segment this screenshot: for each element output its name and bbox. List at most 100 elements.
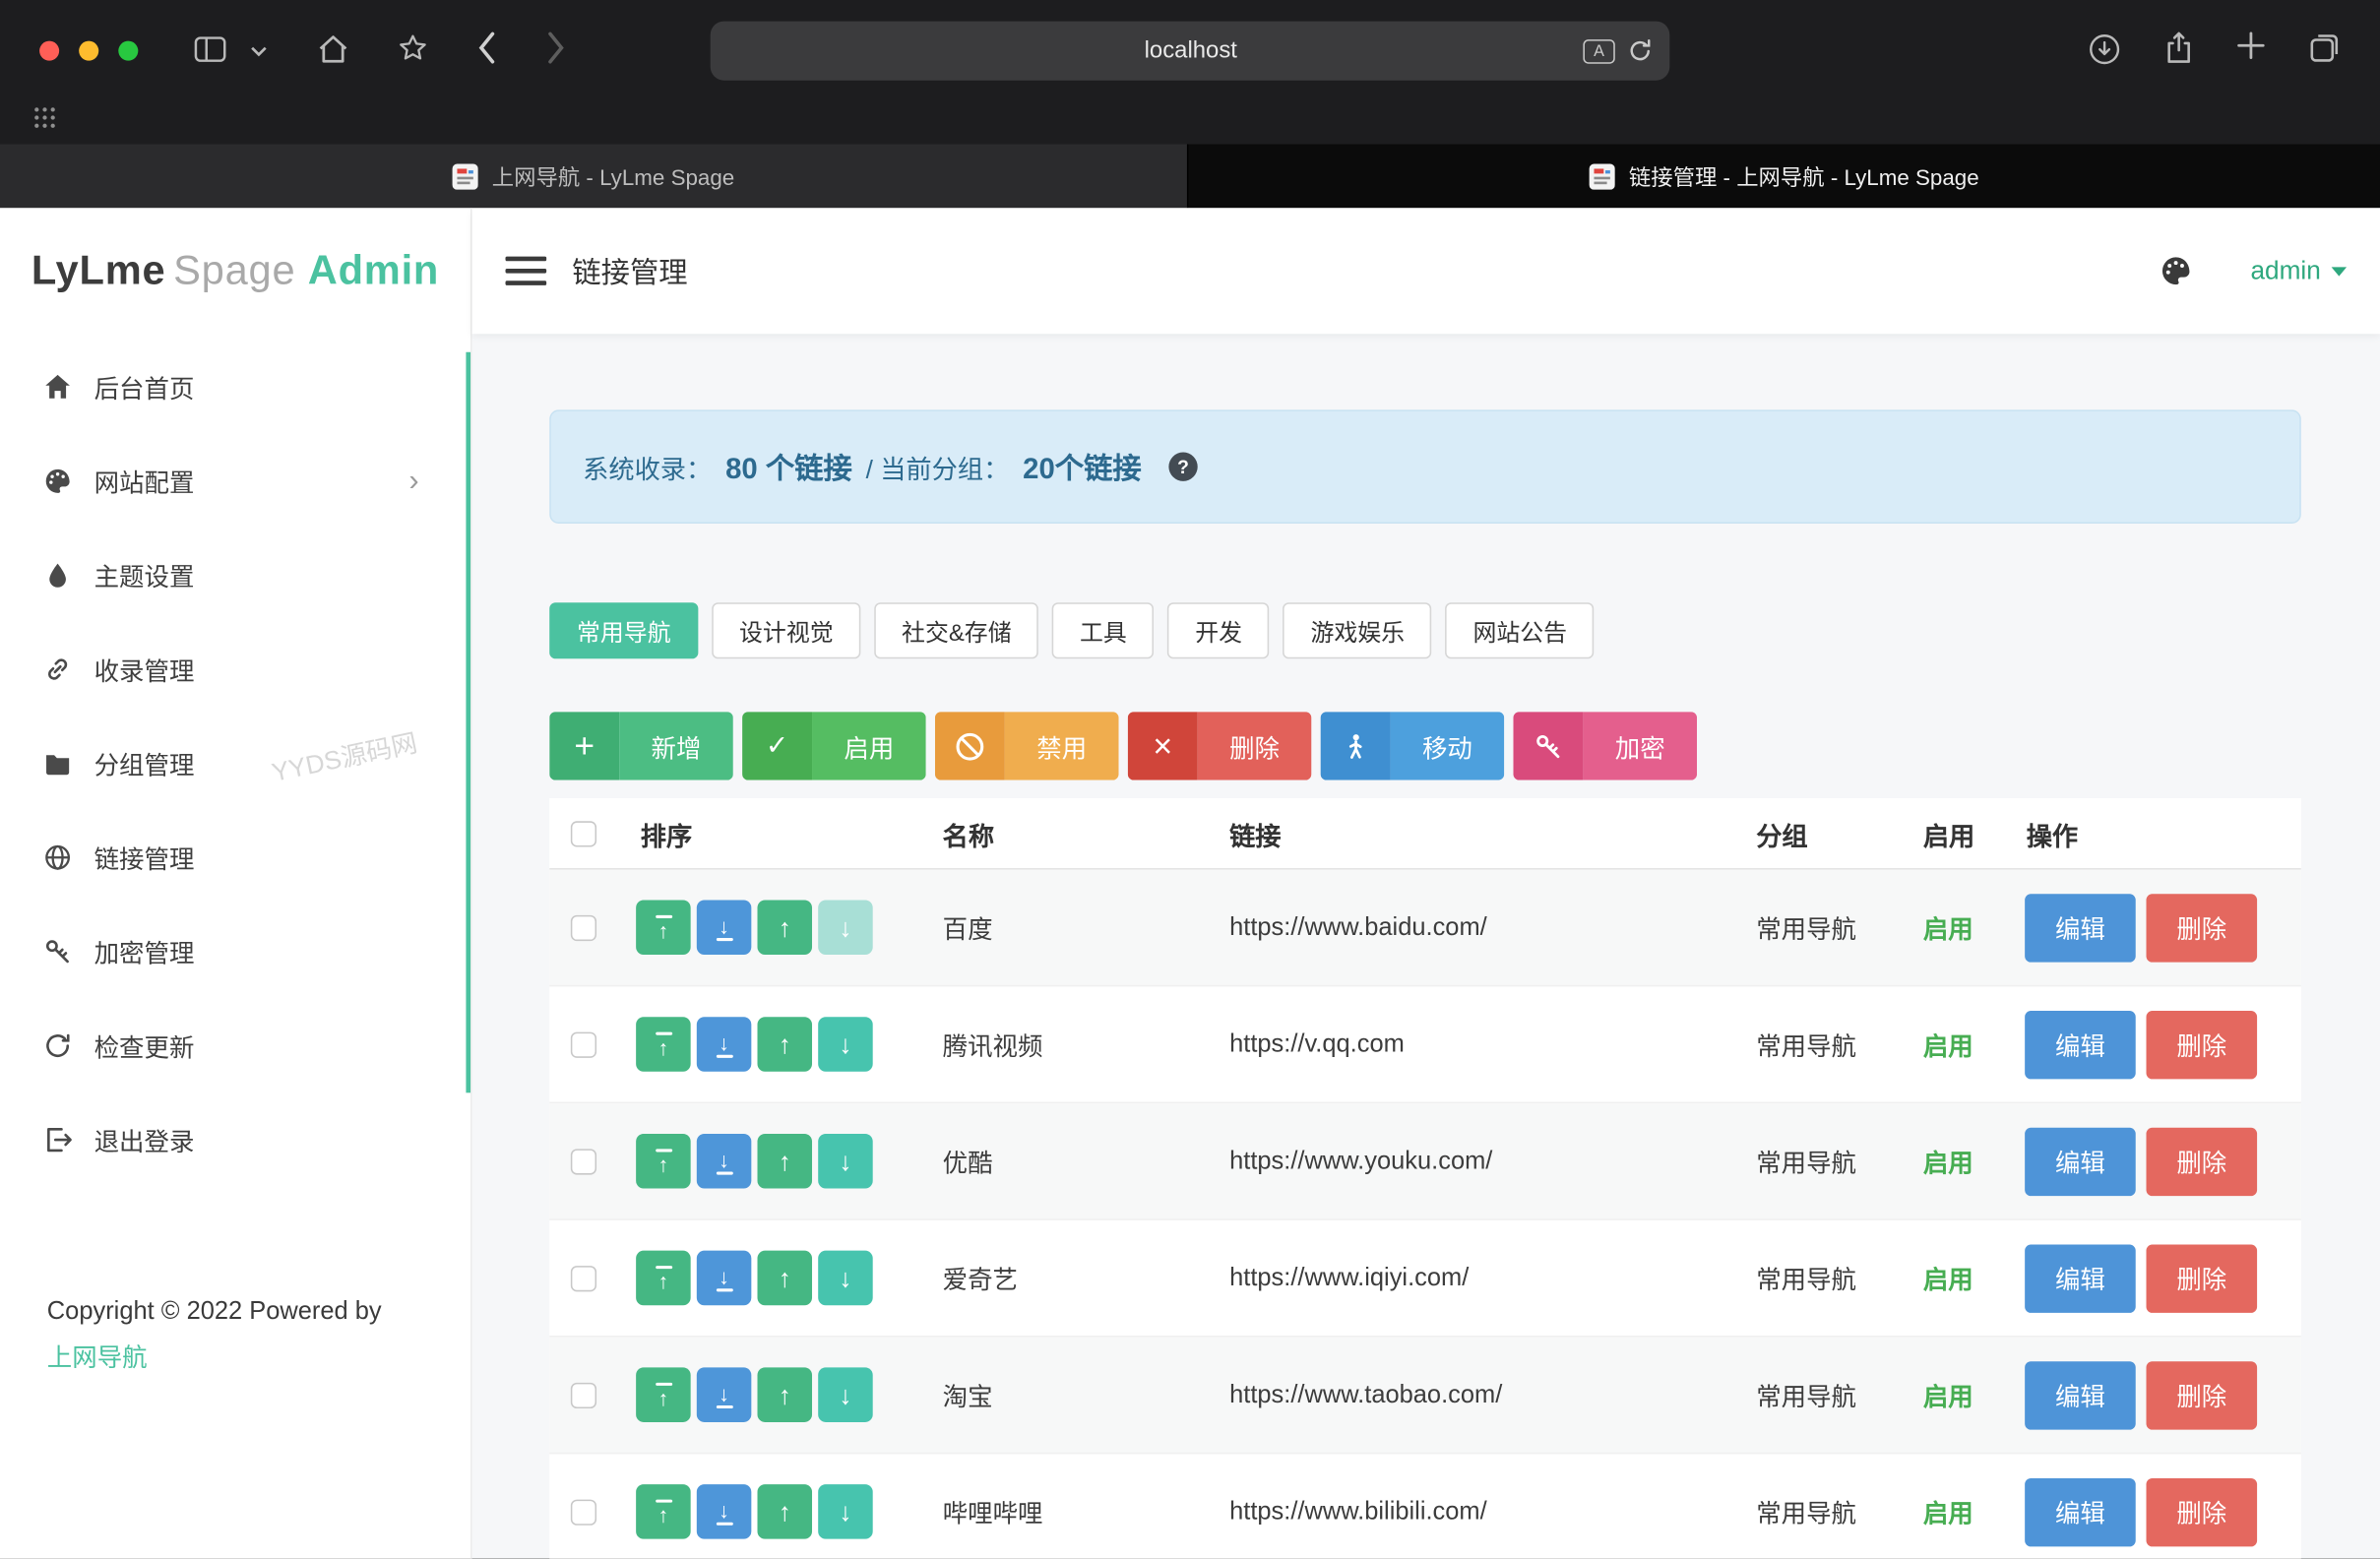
move-button[interactable]: 移动: [1321, 712, 1505, 780]
enable-button[interactable]: ✓ 启用: [742, 712, 926, 780]
sidebar-toggle-button[interactable]: [191, 31, 229, 66]
select-all-checkbox[interactable]: [571, 820, 596, 845]
downloads-button[interactable]: [2087, 31, 2121, 66]
move-bottom-icon: [716, 1149, 732, 1174]
sidebar-item-update[interactable]: 检查更新: [0, 999, 470, 1093]
category-tab-notice[interactable]: 网站公告: [1446, 602, 1595, 658]
edit-button[interactable]: 编辑: [2025, 1010, 2136, 1078]
move-top-button[interactable]: [636, 900, 691, 955]
link-url: https://v.qq.com: [1229, 1029, 1756, 1058]
move-top-button[interactable]: [636, 1251, 691, 1306]
close-window-button[interactable]: [39, 41, 59, 61]
row-checkbox[interactable]: [571, 1499, 596, 1525]
main-content: 系统收录： 80 个链接 / 当前分组： 20个链接 ? 常用导航 设计视觉 社…: [472, 334, 2380, 1558]
translate-icon[interactable]: A: [1583, 38, 1614, 63]
droplet-icon: [42, 560, 73, 591]
arrow-down-icon: [839, 1382, 851, 1407]
copyright-link[interactable]: 上网导航: [47, 1337, 148, 1384]
column-header-name: 名称: [943, 814, 1229, 852]
menu-toggle-button[interactable]: [506, 257, 547, 285]
move-bottom-button[interactable]: [697, 1251, 752, 1306]
sidebar-item-logout[interactable]: 退出登录: [0, 1092, 470, 1187]
encrypt-button[interactable]: 加密: [1513, 712, 1697, 780]
category-tab-dev[interactable]: 开发: [1167, 602, 1269, 658]
delete-button[interactable]: 删除: [2147, 1360, 2258, 1428]
bookmark-button[interactable]: [396, 31, 429, 65]
theme-palette-button[interactable]: [2158, 254, 2192, 288]
sidebar-item-encryption[interactable]: 加密管理: [0, 904, 470, 999]
reload-button[interactable]: [1627, 38, 1653, 64]
url-input[interactable]: [711, 22, 1584, 81]
link-status: 启用: [1923, 1493, 2022, 1529]
edit-button[interactable]: 编辑: [2025, 1360, 2136, 1428]
move-up-button[interactable]: [758, 1251, 813, 1306]
move-bottom-button[interactable]: [697, 900, 752, 955]
delete-button[interactable]: 删除: [2147, 894, 2258, 962]
disable-button[interactable]: 禁用: [935, 712, 1119, 780]
sidebar-item-groups[interactable]: 分组管理: [0, 717, 470, 811]
category-tab-common[interactable]: 常用导航: [549, 602, 698, 658]
edit-button[interactable]: 编辑: [2025, 1477, 2136, 1545]
sidebar-item-collection[interactable]: 收录管理: [0, 622, 470, 717]
move-top-button[interactable]: [636, 1017, 691, 1072]
new-tab-button[interactable]: [2234, 29, 2268, 62]
forward-button[interactable]: [546, 31, 566, 65]
move-bottom-button[interactable]: [697, 1367, 752, 1422]
move-down-button[interactable]: [818, 900, 873, 955]
sidebar-item-theme[interactable]: 主题设置: [0, 529, 470, 623]
sidebar-item-dashboard[interactable]: 后台首页: [0, 340, 470, 434]
add-button[interactable]: + 新增: [549, 712, 733, 780]
row-checkbox[interactable]: [571, 1031, 596, 1057]
sidebar-item-site-config[interactable]: 网站配置 ›: [0, 434, 470, 529]
move-bottom-button[interactable]: [697, 1134, 752, 1189]
tab-spage-home[interactable]: 上网导航 - LyLme Spage: [0, 144, 1188, 208]
share-button[interactable]: [2161, 29, 2196, 67]
delete-button[interactable]: 删除: [2147, 1010, 2258, 1078]
sidebar-menu-chevron[interactable]: [250, 45, 267, 57]
sidebar-item-links[interactable]: 链接管理: [0, 810, 470, 904]
move-bottom-button[interactable]: [697, 1484, 752, 1539]
move-down-button[interactable]: [818, 1134, 873, 1189]
row-checkbox[interactable]: [571, 1382, 596, 1407]
move-down-button[interactable]: [818, 1484, 873, 1539]
category-tab-tools[interactable]: 工具: [1052, 602, 1154, 658]
move-down-button[interactable]: [818, 1251, 873, 1306]
delete-button[interactable]: 删除: [2147, 1127, 2258, 1195]
address-bar[interactable]: A: [711, 22, 1670, 81]
move-up-button[interactable]: [758, 900, 813, 955]
move-top-button[interactable]: [636, 1134, 691, 1189]
move-up-button[interactable]: [758, 1367, 813, 1422]
category-tab-games[interactable]: 游戏娱乐: [1284, 602, 1432, 658]
tab-overview-button[interactable]: [2307, 31, 2342, 65]
folder-icon: [42, 748, 73, 779]
bulk-delete-button[interactable]: × 删除: [1128, 712, 1312, 780]
minimize-window-button[interactable]: [79, 41, 98, 61]
move-down-button[interactable]: [818, 1017, 873, 1072]
move-top-button[interactable]: [636, 1484, 691, 1539]
row-checkbox[interactable]: [571, 1149, 596, 1174]
category-tab-social[interactable]: 社交&存储: [874, 602, 1038, 658]
tab-link-management[interactable]: 链接管理 - 上网导航 - LyLme Spage: [1188, 144, 2380, 208]
user-dropdown[interactable]: admin: [2250, 256, 2347, 286]
row-checkbox[interactable]: [571, 914, 596, 940]
back-button[interactable]: [476, 31, 496, 65]
move-up-button[interactable]: [758, 1017, 813, 1072]
home-button[interactable]: [316, 31, 350, 65]
help-icon[interactable]: ?: [1168, 453, 1197, 481]
move-up-button[interactable]: [758, 1134, 813, 1189]
app-grid-icon[interactable]: [31, 104, 57, 138]
category-tab-design[interactable]: 设计视觉: [712, 602, 860, 658]
row-checkbox[interactable]: [571, 1265, 596, 1290]
edit-button[interactable]: 编辑: [2025, 894, 2136, 962]
delete-button[interactable]: 删除: [2147, 1477, 2258, 1545]
move-up-button[interactable]: [758, 1484, 813, 1539]
edit-button[interactable]: 编辑: [2025, 1127, 2136, 1195]
move-top-button[interactable]: [636, 1367, 691, 1422]
move-bottom-button[interactable]: [697, 1017, 752, 1072]
move-down-button[interactable]: [818, 1367, 873, 1422]
link-name: 爱奇艺: [943, 1260, 1229, 1296]
edit-button[interactable]: 编辑: [2025, 1244, 2136, 1312]
page-header: 链接管理 admin: [472, 208, 2380, 334]
delete-button[interactable]: 删除: [2147, 1244, 2258, 1312]
zoom-window-button[interactable]: [118, 41, 138, 61]
